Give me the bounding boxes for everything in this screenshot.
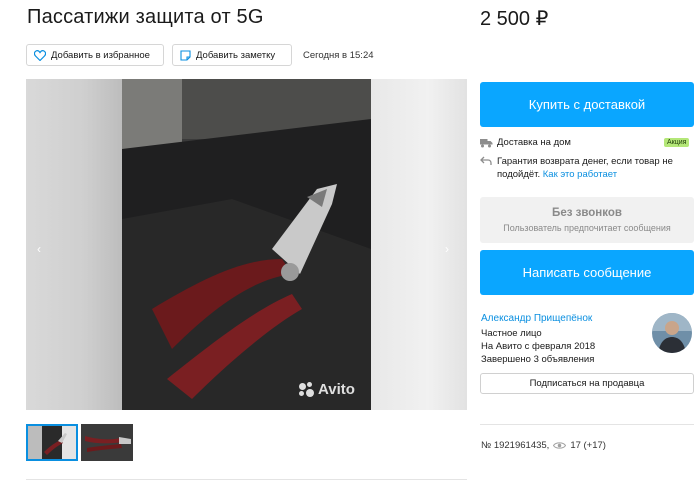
eye-icon [553, 442, 567, 449]
gallery-prev-arrow[interactable]: ‹ [37, 242, 41, 256]
listing-meta: № 1921961435, 17 (+17) [481, 440, 606, 451]
seller-avatar[interactable] [652, 313, 692, 353]
ad-number: № 1921961435, [481, 440, 550, 451]
add-to-favorites-button[interactable]: Добавить в избранное [26, 44, 164, 66]
heart-icon [34, 49, 46, 61]
avito-watermark: Avito [298, 381, 355, 398]
delivery-label: Доставка на дом [497, 137, 571, 148]
divider [26, 479, 467, 480]
divider [480, 424, 694, 425]
page-title: Пассатижи защита от 5G [27, 6, 264, 28]
subscribe-to-seller-button[interactable]: Подписаться на продавца [480, 373, 694, 394]
watermark-text: Avito [318, 381, 355, 398]
truck-icon [480, 139, 493, 148]
avito-logo-icon [298, 381, 314, 398]
thumbnail-image [81, 424, 133, 461]
seller-since: На Авито с февраля 2018 [481, 341, 596, 352]
gallery-thumbnail-1[interactable] [26, 424, 78, 461]
avatar-image [652, 313, 692, 353]
main-photo [122, 79, 371, 410]
views-count: 17 (+17) [570, 440, 606, 451]
add-note-label: Добавить заметку [196, 49, 276, 61]
gallery-thumbnail-2[interactable] [81, 424, 133, 461]
price: 2 500 ₽ [480, 8, 549, 30]
no-calls-subtitle: Пользователь предпочитает сообщения [503, 223, 671, 233]
how-it-works-link[interactable]: Как это работает [543, 169, 617, 180]
write-message-button[interactable]: Написать сообщение [480, 250, 694, 295]
gallery-blurred-background-right [371, 79, 467, 410]
no-calls-title: Без звонков [552, 207, 622, 219]
gallery-next-arrow[interactable]: › [445, 242, 449, 256]
return-guarantee: Гарантия возврата денег, если товар не п… [497, 155, 687, 181]
posted-date: Сегодня в 15:24 [303, 50, 374, 61]
buy-with-delivery-button[interactable]: Купить с доставкой [480, 82, 694, 127]
seller-type: Частное лицо [481, 328, 542, 339]
note-icon [180, 49, 191, 61]
seller-completed-ads: Завершено 3 объявления [481, 354, 595, 365]
return-arrow-icon [480, 156, 492, 165]
add-to-favorites-label: Добавить в избранное [51, 49, 150, 61]
thumbnail-image [28, 426, 76, 459]
seller-name-link[interactable]: Александр Прищепёнок [481, 313, 592, 324]
photo-gallery[interactable]: ‹ › Avito [26, 79, 467, 410]
promo-badge: Акция [664, 138, 690, 147]
no-calls-notice: Без звонков Пользователь предпочитает со… [480, 197, 694, 243]
pliers-photo [122, 79, 371, 410]
add-note-button[interactable]: Добавить заметку [172, 44, 292, 66]
